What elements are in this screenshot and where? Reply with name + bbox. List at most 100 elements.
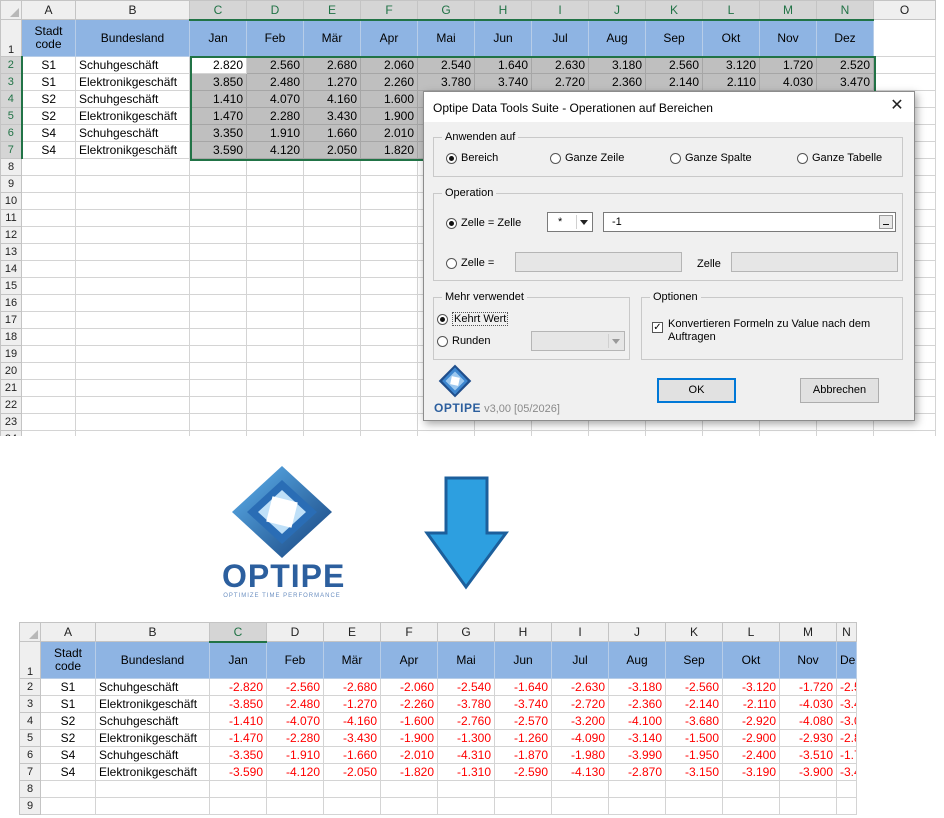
- cell-value[interactable]: -3.510: [779, 746, 837, 764]
- cell-stadtcode[interactable]: S4: [40, 746, 96, 764]
- cell-value[interactable]: -2.060: [380, 678, 438, 696]
- row-header[interactable]: 5: [0, 107, 23, 125]
- cell-value[interactable]: 4.160: [303, 90, 361, 108]
- column-header[interactable]: B: [95, 622, 210, 642]
- convert-formulas-checkbox[interactable]: ✓: [652, 322, 663, 333]
- row-header[interactable]: 3: [0, 73, 23, 91]
- cell-value[interactable]: 1.270: [303, 73, 361, 91]
- cell-value[interactable]: -1.300: [437, 729, 495, 747]
- empty-cell[interactable]: [21, 209, 76, 227]
- empty-cell[interactable]: [266, 780, 324, 798]
- cell-bundesland[interactable]: Schuhgeschäft: [95, 712, 210, 730]
- empty-cell[interactable]: [360, 243, 418, 261]
- empty-cell[interactable]: [360, 430, 418, 436]
- empty-cell[interactable]: [759, 430, 817, 436]
- empty-cell[interactable]: [189, 260, 247, 278]
- cell-value[interactable]: -3.590: [209, 763, 267, 781]
- empty-cell[interactable]: [779, 797, 837, 815]
- empty-cell[interactable]: [722, 797, 780, 815]
- empty-cell[interactable]: [360, 311, 418, 329]
- empty-cell[interactable]: [437, 797, 495, 815]
- empty-cell[interactable]: [360, 175, 418, 193]
- cell-stadtcode[interactable]: S1: [21, 56, 76, 74]
- header-month[interactable]: Nov: [779, 641, 837, 679]
- column-header[interactable]: C: [189, 0, 247, 21]
- empty-cell[interactable]: [360, 158, 418, 176]
- column-header[interactable]: G: [437, 622, 495, 642]
- cell-value[interactable]: 2.280: [246, 107, 304, 125]
- cell-value[interactable]: -2.900: [722, 729, 780, 747]
- empty-cell[interactable]: [21, 158, 76, 176]
- apply-column-radio[interactable]: Ganze Spalte: [670, 152, 752, 164]
- empty-cell[interactable]: [246, 175, 304, 193]
- empty-cell[interactable]: [21, 175, 76, 193]
- empty-cell[interactable]: [303, 192, 361, 210]
- cell-value[interactable]: 3.780: [417, 73, 475, 91]
- empty-cell[interactable]: [246, 277, 304, 295]
- empty-cell[interactable]: [303, 328, 361, 346]
- cell-value[interactable]: 2.260: [360, 73, 418, 91]
- row-header[interactable]: 23: [0, 413, 22, 431]
- empty-cell[interactable]: [873, 430, 936, 436]
- cell-value[interactable]: -2.720: [551, 695, 609, 713]
- empty-cell[interactable]: [360, 260, 418, 278]
- empty-cell[interactable]: [21, 379, 76, 397]
- cell-value[interactable]: 1.720: [759, 56, 817, 74]
- empty-cell[interactable]: [246, 209, 304, 227]
- empty-cell[interactable]: [189, 226, 247, 244]
- empty-cell[interactable]: [380, 780, 438, 798]
- cell-value[interactable]: -1.600: [380, 712, 438, 730]
- empty-cell[interactable]: [246, 192, 304, 210]
- empty-cell[interactable]: [75, 362, 190, 380]
- header-month[interactable]: Jun: [474, 19, 532, 57]
- empty-cell[interactable]: [75, 260, 190, 278]
- empty-cell[interactable]: [40, 780, 96, 798]
- empty-cell[interactable]: [21, 243, 76, 261]
- cell-value[interactable]: 4.070: [246, 90, 304, 108]
- empty-cell[interactable]: [266, 797, 324, 815]
- cell-value[interactable]: -2.010: [380, 746, 438, 764]
- header-month[interactable]: Jun: [494, 641, 552, 679]
- cell-value[interactable]: -3.180: [608, 678, 666, 696]
- row-header[interactable]: 10: [0, 192, 22, 210]
- cell-value[interactable]: 2.050: [303, 141, 361, 159]
- empty-cell[interactable]: [21, 294, 76, 312]
- cell-value[interactable]: 3.180: [588, 56, 646, 74]
- column-header[interactable]: M: [759, 0, 817, 21]
- empty-cell[interactable]: [21, 413, 76, 431]
- column-header[interactable]: H: [474, 0, 532, 21]
- cell-value[interactable]: 2.010: [360, 124, 418, 142]
- column-header[interactable]: L: [702, 0, 760, 21]
- empty-cell[interactable]: [303, 345, 361, 363]
- chevron-down-icon[interactable]: [576, 215, 590, 229]
- cell-value[interactable]: -2.050: [323, 763, 381, 781]
- empty-cell[interactable]: [189, 277, 247, 295]
- range-picker-icon[interactable]: [879, 215, 893, 229]
- cell-stadtcode[interactable]: S4: [21, 141, 76, 159]
- empty-cell[interactable]: [75, 226, 190, 244]
- empty-cell[interactable]: [189, 209, 247, 227]
- row-header[interactable]: 20: [0, 362, 22, 380]
- empty-cell[interactable]: [246, 396, 304, 414]
- cell-value[interactable]: -2.870: [608, 763, 666, 781]
- empty-cell[interactable]: [551, 780, 609, 798]
- row-header[interactable]: 6: [0, 124, 23, 142]
- row-header[interactable]: 13: [0, 243, 22, 261]
- empty-cell[interactable]: [75, 311, 190, 329]
- cell-value[interactable]: -2.560: [665, 678, 723, 696]
- empty-cell[interactable]: [303, 294, 361, 312]
- cell-value[interactable]: 4.030: [759, 73, 817, 91]
- row-header[interactable]: 8: [19, 780, 41, 798]
- cell-stadtcode[interactable]: S1: [40, 695, 96, 713]
- op-cell-cell-radio[interactable]: Zelle = Zelle: [446, 217, 521, 229]
- header-month[interactable]: Okt: [722, 641, 780, 679]
- header-month[interactable]: Mär: [323, 641, 381, 679]
- empty-cell[interactable]: [21, 345, 76, 363]
- empty-cell[interactable]: [189, 192, 247, 210]
- column-header[interactable]: I: [551, 622, 609, 642]
- cell-value[interactable]: -2.280: [266, 729, 324, 747]
- empty-cell[interactable]: [873, 19, 936, 57]
- empty-cell[interactable]: [189, 243, 247, 261]
- round-select[interactable]: [531, 331, 625, 351]
- cell-value[interactable]: -3.150: [665, 763, 723, 781]
